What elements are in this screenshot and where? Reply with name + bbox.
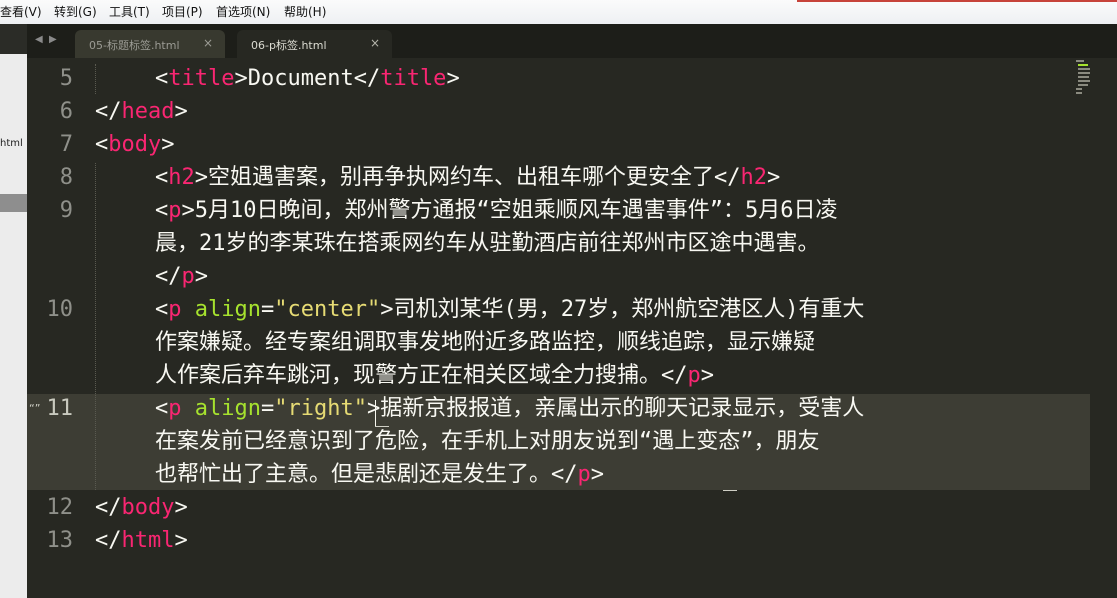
code-line-11: <p align="right">据新京报报道，亲属出示的聊天记录显示，受害人 — [155, 396, 865, 421]
code-line-6: </head> — [95, 99, 188, 124]
tag-name: p — [687, 363, 701, 388]
code-line-8: <h2>空姐遇害案，别再争执网约车、出租车哪个更安全了</h2> — [155, 165, 781, 190]
code-text: 司机刘某华(男，27岁，郑州航空港区人)有重大 — [393, 297, 865, 322]
code-line-12: </body> — [95, 495, 188, 520]
tag-name: body — [121, 495, 175, 520]
code-line-10: <p align="center">司机刘某华(男，27岁，郑州航空港区人)有重… — [155, 297, 865, 322]
tag-name: title — [380, 66, 447, 91]
tab-label: 06-p标签.html — [251, 39, 327, 52]
code-line-11-wrap-2: 也帮忙出了主意。但是悲剧还是发生了。</p> — [155, 462, 605, 487]
attribute-value: "center" — [274, 297, 381, 322]
close-icon[interactable]: × — [203, 36, 213, 50]
code-line-7: <body> — [95, 132, 175, 157]
bracket-match-underline — [723, 490, 737, 491]
tag-name: body — [108, 132, 162, 157]
tag-name: h2 — [740, 165, 768, 190]
tag-name: p — [168, 396, 182, 421]
tab-forward-icon[interactable]: ▶ — [49, 34, 57, 45]
code-line-10-wrap-2: 人作案后弃车跳河，现警方正在相关区域全力搜捕。</p> — [155, 363, 715, 388]
menu-goto[interactable]: 转到(G) — [54, 5, 97, 19]
tag-name: p — [168, 297, 182, 322]
attribute-name: align — [194, 297, 261, 322]
tag-name: p — [168, 198, 182, 223]
sidebar-header — [0, 24, 27, 54]
line-number: 5 — [59, 66, 73, 91]
tab-05-title-html[interactable]: 05-标题标签.html × — [75, 30, 225, 58]
code-line-9: <p>5月10日晚间，郑州警方通报“空姐乘顺风车遇害事件”：5月6日凌 — [155, 198, 838, 223]
menu-tools[interactable]: 工具(T) — [109, 5, 150, 19]
code-text: 也帮忙出了主意。但是悲剧还是发生了。 — [155, 462, 552, 487]
line-number-current: 11 — [46, 396, 74, 421]
tag-name: html — [121, 528, 175, 553]
code-text: 人作案后弃车跳河，现警方正在相关区域全力搜捕。 — [155, 363, 662, 388]
line-number: 10 — [46, 297, 74, 322]
line-number: 7 — [59, 132, 73, 157]
menu-bar: 查看(V) 转到(G) 工具(T) 项目(P) 首选项(N) 帮助(H) — [0, 0, 1117, 25]
line-number: 13 — [46, 528, 74, 553]
tag-name: h2 — [168, 165, 195, 190]
attribute-name: align — [194, 396, 261, 421]
minimap[interactable] — [1075, 58, 1090, 98]
menu-project[interactable]: 项目(P) — [162, 5, 203, 19]
code-text: Document — [247, 66, 354, 91]
line-number: 12 — [46, 495, 74, 520]
attribute-value: "right" — [274, 396, 367, 421]
code-line-11-wrap: 在案发前已经意识到了危险，在手机上对朋友说到“遇上变态”，朋友 — [155, 429, 820, 454]
menu-help[interactable]: 帮助(H) — [284, 5, 326, 19]
tag-name: p — [577, 462, 591, 487]
modified-marker: “” — [29, 402, 41, 415]
code-line-13: </html> — [95, 528, 188, 553]
code-text: 5月10日晚间，郑州警方通报“空姐乘顺风车遇害事件”：5月6日凌 — [194, 198, 838, 223]
line-number: 9 — [59, 198, 73, 223]
tab-06-p-html[interactable]: 06-p标签.html × — [237, 30, 392, 58]
bracket-match-underline — [375, 426, 389, 427]
line-number: 6 — [59, 99, 73, 124]
code-line-5: <title>Document</title> — [155, 66, 460, 91]
code-line-9-wrap: 晨，21岁的李某珠在搭乘网约车从驻勤酒店前往郑州市区途中遇害。 — [155, 231, 820, 256]
sidebar-file-label[interactable]: html — [0, 138, 23, 149]
sidebar-remnant: html — [0, 24, 27, 598]
close-icon[interactable]: × — [370, 36, 380, 50]
sidebar-scrollbar[interactable] — [0, 194, 27, 212]
line-number: 8 — [59, 165, 73, 190]
text-cursor — [375, 400, 376, 426]
indent-guide — [95, 163, 96, 490]
code-text: 空姐遇害案，别再争执网约车、出租车哪个更安全了 — [208, 165, 715, 190]
vertical-scroll-area[interactable] — [1090, 58, 1117, 598]
tag-name: title — [168, 66, 235, 91]
menu-preferences[interactable]: 首选项(N) — [216, 5, 270, 19]
tag-name: p — [181, 264, 195, 289]
tab-back-icon[interactable]: ◀ — [35, 34, 43, 45]
tag-name: head — [121, 99, 175, 124]
code-text: 据新京报报道，亲属出示的聊天记录显示，受害人 — [380, 396, 865, 421]
code-line-9-close: </p> — [155, 264, 208, 289]
tab-bar: ◀ ▶ 05-标题标签.html × 06-p标签.html × — [27, 24, 1117, 58]
indent-guide — [95, 64, 96, 94]
menu-view[interactable]: 查看(V) — [0, 5, 42, 19]
code-editor[interactable]: 5 6 7 8 9 10 11 12 13 “” <title>Document… — [27, 58, 1090, 598]
tab-label: 05-标题标签.html — [89, 39, 180, 52]
title-accent-line — [797, 0, 1117, 2]
code-line-10-wrap: 作案嫌疑。经专案组调取事发地附近多路监控，顺线追踪，显示嫌疑 — [155, 330, 816, 355]
